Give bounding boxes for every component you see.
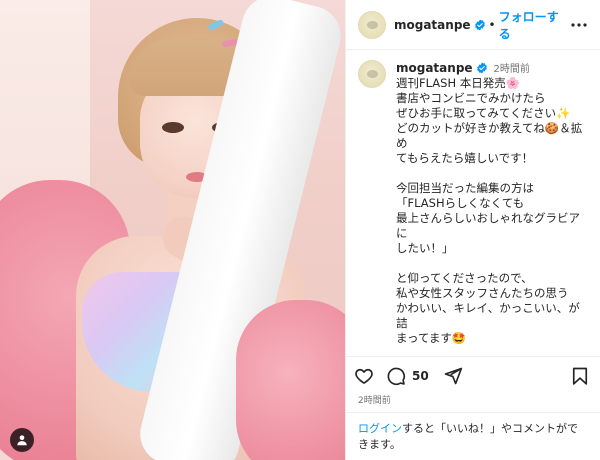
- post-header: mogatanpe • フォローする: [346, 0, 600, 50]
- separator-dot: •: [488, 17, 496, 32]
- share-icon: [444, 367, 462, 384]
- share-button[interactable]: [443, 366, 463, 386]
- post-timestamp[interactable]: 2時間前: [346, 394, 600, 412]
- comment-button[interactable]: 50: [386, 366, 443, 386]
- like-button[interactable]: [354, 366, 374, 386]
- login-link[interactable]: ログイン: [358, 422, 402, 435]
- caption-time[interactable]: 2時間前: [494, 60, 530, 75]
- bookmark-icon: [572, 367, 588, 385]
- header-username[interactable]: mogatanpe: [394, 18, 471, 32]
- caption-body: mogatanpe 2時間前 週刊FLASH 本日発売🌸 書店やコンビニでみかけ…: [396, 60, 588, 356]
- caption-username[interactable]: mogatanpe: [396, 61, 473, 75]
- photo-pink-feather-right: [236, 300, 345, 460]
- comment-count: 50: [412, 368, 429, 383]
- instagram-post: mogatanpe • フォローする mogatanpe 2時間前 週刊FLAS…: [0, 0, 600, 460]
- heart-icon: [355, 368, 373, 384]
- save-button[interactable]: [570, 366, 590, 386]
- verified-badge-icon: [476, 62, 487, 73]
- avatar[interactable]: [358, 60, 386, 88]
- action-bar: 50: [346, 356, 600, 394]
- caption-header: mogatanpe 2時間前: [396, 60, 588, 76]
- post-photo[interactable]: [0, 0, 345, 460]
- caption-text: 週刊FLASH 本日発売🌸 書店やコンビニでみかけたら ぜひお手に取ってみてくだ…: [396, 76, 583, 345]
- verified-badge-icon: [474, 19, 485, 30]
- tag-user-icon[interactable]: [10, 428, 34, 452]
- avatar[interactable]: [358, 10, 386, 39]
- follow-button[interactable]: フォローする: [499, 8, 569, 42]
- photo-subject-eye-left: [162, 122, 184, 133]
- caption: mogatanpe 2時間前 週刊FLASH 本日発売🌸 書店やコンビニでみかけ…: [346, 50, 600, 356]
- comment-icon: [387, 367, 406, 385]
- post-side-panel: mogatanpe • フォローする mogatanpe 2時間前 週刊FLAS…: [345, 0, 600, 460]
- login-prompt: ログインすると「いいね！」やコメントができます。: [346, 412, 600, 460]
- more-icon[interactable]: [569, 14, 590, 36]
